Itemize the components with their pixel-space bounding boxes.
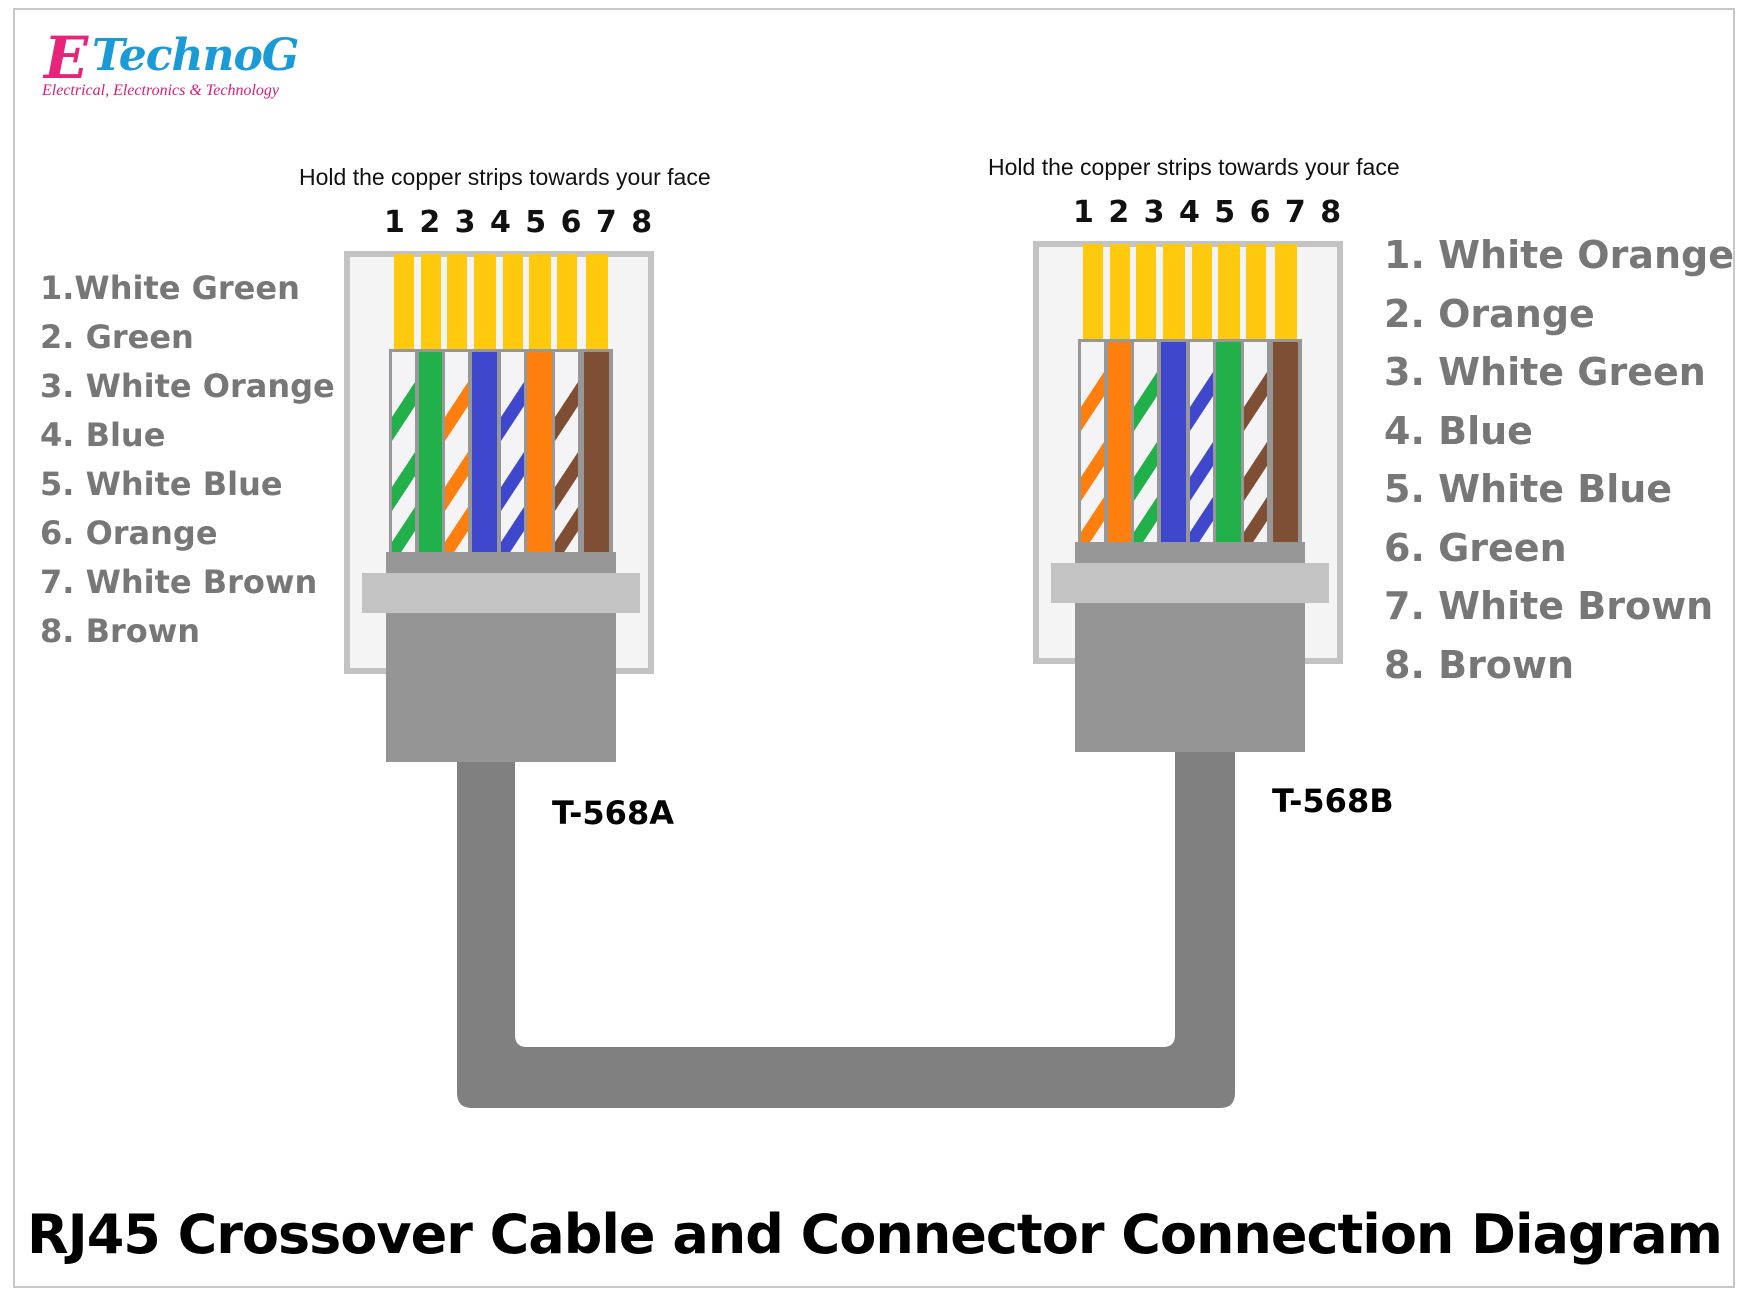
right-wire-legend: 1. White Orange 2. Orange 3. White Green… (1384, 226, 1734, 694)
legend-item: 5. White Blue (1384, 467, 1673, 511)
wire-pin-2 (419, 352, 442, 553)
copper-contact-pin-6 (529, 254, 551, 349)
wire-pin-5 (1190, 342, 1213, 543)
legend-item: 7. White Brown (1384, 584, 1714, 628)
legend-item: 4. Blue (40, 416, 166, 454)
legend-item: 8. Brown (1384, 642, 1575, 687)
left-pin-numbers: 1 2 3 4 5 6 7 8 (384, 205, 655, 240)
right-standard-label: T-568B (1272, 782, 1394, 820)
wire-pin-1 (1081, 342, 1104, 543)
legend-item: 1. White Orange (1384, 233, 1734, 277)
left-standard-label: T-568A (552, 794, 674, 832)
connector-boot (1075, 603, 1305, 752)
legend-item: 7. White Brown (40, 563, 318, 601)
copper-contact-pin-5 (1192, 244, 1212, 339)
copper-contact-pin-7 (1246, 244, 1266, 339)
legend-item: 5. White Blue (40, 465, 283, 503)
crimp-bar (1075, 542, 1305, 563)
legend-item: 3. White Green (1384, 350, 1706, 394)
copper-contact-pin-8 (586, 254, 608, 349)
connector-boot (386, 613, 616, 762)
copper-contact-pin-5 (503, 254, 523, 349)
legend-item: 2. Green (40, 318, 194, 356)
wire-pin-8 (1273, 342, 1298, 543)
left-instruction: Hold the copper strips towards your face (299, 164, 711, 190)
crimp-bar (386, 552, 616, 573)
wire-pin-1 (392, 352, 415, 553)
wire-pin-6 (1216, 342, 1241, 543)
wire-pin-3 (1134, 342, 1157, 543)
copper-contact-pin-4 (474, 254, 496, 349)
copper-contact-pin-4 (1163, 244, 1185, 339)
crimp-band (1051, 563, 1329, 603)
legend-item: 3. White Orange (40, 367, 335, 405)
wire-pin-4 (1161, 342, 1186, 543)
copper-contact-pin-8 (1275, 244, 1297, 339)
left-connector-t568a (344, 251, 654, 762)
copper-contact-pin-3 (447, 254, 467, 349)
left-wire-legend: 1.White Green 2. Green 3. White Orange 4… (40, 264, 335, 656)
wire-pin-7 (1244, 342, 1267, 543)
copper-contact-pin-1 (1083, 244, 1103, 339)
wire-pin-7 (555, 352, 578, 553)
wire-pin-8 (584, 352, 609, 553)
legend-item: 6. Orange (40, 514, 218, 552)
copper-contact-pin-1 (394, 254, 414, 349)
crimp-band (362, 573, 640, 613)
legend-item: 1.White Green (40, 269, 300, 307)
right-connector-t568b (1033, 241, 1343, 752)
copper-contact-pin-2 (421, 254, 441, 349)
right-pin-numbers: 1 2 3 4 5 6 7 8 (1073, 195, 1344, 230)
copper-contact-pin-6 (1218, 244, 1240, 339)
wire-pin-5 (501, 352, 524, 553)
copper-contact-pin-3 (1136, 244, 1156, 339)
wire-pin-6 (527, 352, 552, 553)
legend-item: 2. Orange (1384, 291, 1595, 336)
wire-pin-3 (445, 352, 468, 553)
wire-pin-2 (1108, 342, 1131, 543)
legend-item: 8. Brown (40, 612, 201, 650)
legend-item: 6. Green (1384, 525, 1567, 570)
copper-contact-pin-7 (557, 254, 577, 349)
right-instruction: Hold the copper strips towards your face (988, 154, 1400, 180)
wire-pin-4 (472, 352, 497, 553)
copper-contact-pin-2 (1110, 244, 1130, 339)
legend-item: 4. Blue (1384, 408, 1533, 453)
diagram-title: RJ45 Crossover Cable and Connector Conne… (27, 1203, 1723, 1266)
